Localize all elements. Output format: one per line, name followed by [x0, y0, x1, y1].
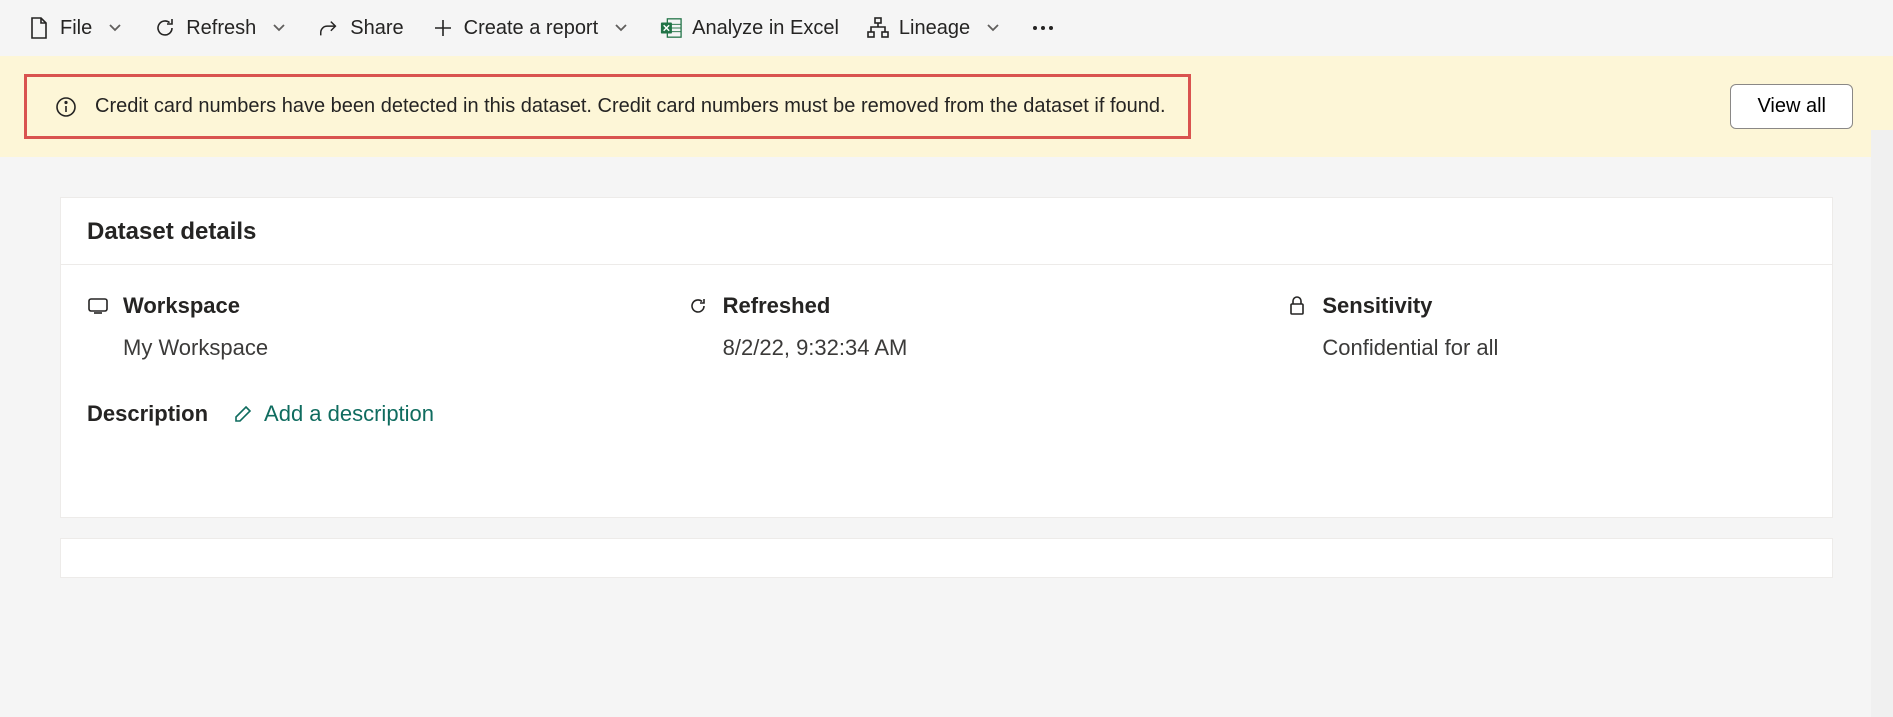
share-button[interactable]: Share [318, 17, 403, 40]
chevron-down-icon [610, 17, 632, 39]
next-card-placeholder [60, 538, 1833, 578]
create-report-menu[interactable]: Create a report [432, 17, 633, 40]
plus-icon [432, 17, 454, 39]
card-header: Dataset details [61, 198, 1832, 265]
sensitivity-section: Sensitivity Confidential for all [1286, 293, 1806, 361]
chevron-down-icon [268, 17, 290, 39]
share-icon [318, 17, 340, 39]
chevron-down-icon [982, 17, 1004, 39]
dataset-details-card: Dataset details Workspace My Workspace [60, 197, 1833, 518]
file-label: File [60, 17, 92, 40]
file-menu[interactable]: File [28, 17, 126, 40]
refreshed-icon [687, 295, 709, 317]
file-icon [28, 17, 50, 39]
card-title: Dataset details [87, 218, 1806, 246]
analyze-excel-label: Analyze in Excel [692, 17, 839, 40]
add-description-text: Add a description [264, 401, 434, 427]
chevron-down-icon [104, 17, 126, 39]
scrollbar[interactable] [1871, 130, 1893, 717]
content-area: Dataset details Workspace My Workspace [0, 157, 1893, 578]
refreshed-value: 8/2/22, 9:32:34 AM [687, 335, 1207, 361]
workspace-value: My Workspace [87, 335, 607, 361]
ellipsis-icon [1032, 17, 1054, 39]
lock-icon [1286, 295, 1308, 317]
view-all-button[interactable]: View all [1730, 84, 1853, 129]
create-report-label: Create a report [464, 17, 599, 40]
refresh-icon [154, 17, 176, 39]
sensitivity-value: Confidential for all [1286, 335, 1806, 361]
notification-banner: Credit card numbers have been detected i… [0, 56, 1893, 157]
lineage-label: Lineage [899, 17, 970, 40]
refresh-menu[interactable]: Refresh [154, 17, 290, 40]
notification-highlight: Credit card numbers have been detected i… [24, 74, 1191, 139]
add-description-link[interactable]: Add a description [232, 401, 434, 427]
lineage-menu[interactable]: Lineage [867, 17, 1004, 40]
workspace-icon [87, 295, 109, 317]
notification-message: Credit card numbers have been detected i… [95, 95, 1166, 118]
refreshed-section: Refreshed 8/2/22, 9:32:34 AM [687, 293, 1207, 361]
analyze-excel-button[interactable]: Analyze in Excel [660, 17, 839, 40]
edit-icon [232, 403, 254, 425]
workspace-section: Workspace My Workspace [87, 293, 607, 361]
lineage-icon [867, 17, 889, 39]
description-label: Description [87, 401, 208, 427]
share-label: Share [350, 17, 403, 40]
refresh-label: Refresh [186, 17, 256, 40]
refreshed-label: Refreshed [723, 293, 831, 319]
sensitivity-label: Sensitivity [1322, 293, 1432, 319]
excel-icon [660, 17, 682, 39]
toolbar: File Refresh Share Create a report [0, 0, 1893, 56]
workspace-label: Workspace [123, 293, 240, 319]
more-options-button[interactable] [1032, 17, 1054, 39]
info-icon [55, 96, 77, 118]
